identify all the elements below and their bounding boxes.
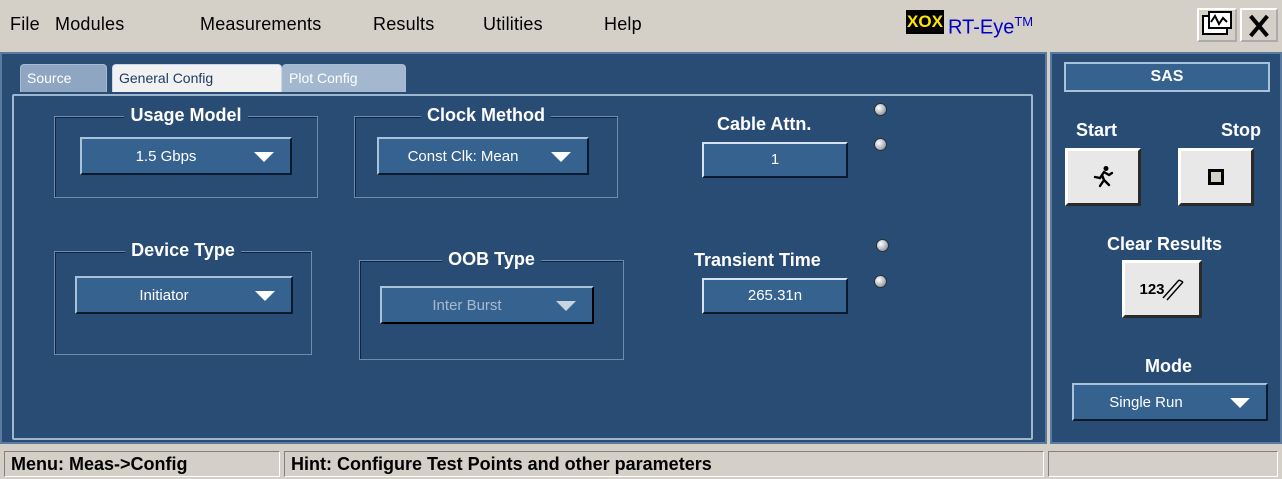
start-label: Start bbox=[1076, 120, 1118, 140]
status-extra bbox=[1048, 451, 1278, 477]
app-title-text: RT-Eye bbox=[948, 16, 1015, 39]
control-panel: SAS Start Stop Clear Results 123 Mode Si… bbox=[1050, 52, 1282, 444]
status-bar: Menu: Meas->Config Hint: Configure Test … bbox=[0, 448, 1282, 479]
mode-label: Mode bbox=[1145, 356, 1192, 376]
xox-logo: XOX bbox=[906, 10, 944, 34]
chevron-down-icon bbox=[254, 152, 274, 162]
menu-help[interactable]: Help bbox=[604, 14, 642, 35]
knob-down-icon[interactable] bbox=[874, 275, 887, 288]
cable-attn-label: Cable Attn. bbox=[717, 114, 812, 134]
mode-dropdown[interactable]: Single Run bbox=[1072, 383, 1268, 421]
status-hint: Hint: Configure Test Points and other pa… bbox=[284, 451, 1044, 477]
running-man-icon bbox=[1093, 166, 1114, 188]
chevron-down-icon bbox=[1230, 398, 1250, 408]
usage-model-value: 1.5 Gbps bbox=[135, 148, 197, 165]
usage-model-title: Usage Model bbox=[124, 105, 248, 125]
device-type-group: Device Type Initiator bbox=[54, 240, 312, 355]
stop-square-icon bbox=[1208, 169, 1224, 185]
chevron-down-icon bbox=[551, 152, 571, 162]
menu-utilities[interactable]: Utilities bbox=[483, 14, 543, 35]
oob-type-group: OOB Type Inter Burst bbox=[359, 249, 624, 360]
chevron-down-icon bbox=[556, 301, 576, 311]
device-type-value: Initiator bbox=[139, 287, 189, 304]
menu-bar: File Modules Measurements Results Utilit… bbox=[0, 0, 1282, 50]
app-title: RT-EyeTM bbox=[948, 14, 1033, 40]
rt-eye-window: File Modules Measurements Results Utilit… bbox=[0, 0, 1282, 479]
menu-results[interactable]: Results bbox=[373, 14, 434, 35]
knob-up-icon[interactable] bbox=[876, 239, 889, 252]
transient-time-label: Transient Time bbox=[694, 250, 821, 270]
knob-up-icon[interactable] bbox=[874, 103, 887, 116]
menu-modules[interactable]: Modules bbox=[55, 14, 124, 35]
usage-model-group: Usage Model 1.5 Gbps bbox=[54, 105, 318, 198]
clock-method-group: Clock Method Const Clk: Mean bbox=[354, 105, 618, 198]
transient-time-input[interactable]: 265.31n bbox=[702, 278, 848, 314]
menu-measurements[interactable]: Measurements bbox=[200, 14, 321, 35]
oob-type-dropdown[interactable]: Inter Burst bbox=[380, 286, 594, 324]
clear-results-button[interactable]: 123 bbox=[1122, 260, 1202, 318]
chevron-down-icon bbox=[255, 291, 275, 301]
eraser-icon bbox=[1161, 279, 1184, 301]
clock-method-dropdown[interactable]: Const Clk: Mean bbox=[377, 137, 589, 175]
status-menu-path: Menu: Meas->Config bbox=[4, 451, 280, 477]
stop-button[interactable] bbox=[1178, 148, 1254, 206]
clear-results-label: Clear Results bbox=[1107, 234, 1223, 254]
usage-model-dropdown[interactable]: 1.5 Gbps bbox=[80, 137, 292, 175]
device-type-title: Device Type bbox=[125, 240, 241, 260]
waveform-window-icon bbox=[1202, 11, 1232, 35]
device-type-dropdown[interactable]: Initiator bbox=[75, 276, 293, 314]
trademark-mark: TM bbox=[1014, 14, 1034, 29]
close-button[interactable] bbox=[1240, 8, 1278, 42]
oob-type-title: OOB Type bbox=[442, 249, 541, 269]
general-config-content: Usage Model 1.5 Gbps Clock Method Const … bbox=[12, 94, 1033, 440]
tab-source[interactable]: Source bbox=[20, 64, 107, 92]
clock-method-title: Clock Method bbox=[420, 105, 551, 125]
oob-type-value: Inter Burst bbox=[432, 297, 502, 314]
stop-label: Stop bbox=[1221, 120, 1261, 140]
start-button[interactable] bbox=[1065, 148, 1141, 206]
clock-method-value: Const Clk: Mean bbox=[407, 148, 519, 165]
tab-plot-config[interactable]: Plot Config bbox=[282, 64, 406, 92]
menu-file[interactable]: File bbox=[10, 14, 40, 35]
tab-general-config[interactable]: General Config bbox=[112, 64, 282, 92]
cable-attn-input[interactable]: 1 bbox=[702, 142, 848, 178]
minimize-button[interactable] bbox=[1197, 8, 1237, 42]
knob-down-icon[interactable] bbox=[874, 138, 887, 151]
config-panel: Source General Config Plot Config Usage … bbox=[0, 52, 1047, 444]
module-header: SAS bbox=[1064, 62, 1270, 92]
mode-value: Single Run bbox=[1109, 394, 1183, 411]
